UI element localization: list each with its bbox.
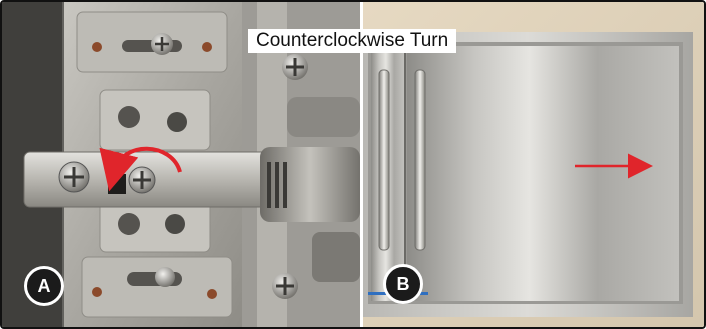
caption-label: Counterclockwise Turn: [248, 29, 457, 53]
panel-label-b: B: [383, 264, 423, 304]
panel-label-a: A: [24, 266, 64, 306]
figure-frame: Counterclockwise Turn A B: [0, 0, 706, 329]
